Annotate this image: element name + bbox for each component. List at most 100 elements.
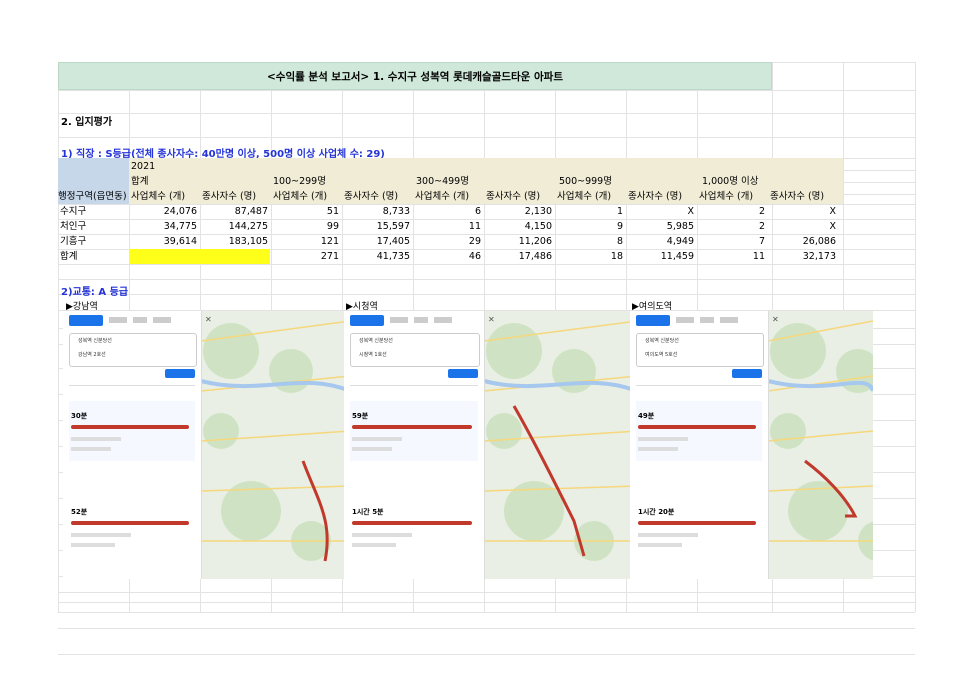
grid-row-line [58, 279, 915, 280]
table-value-cell: 2 [758, 206, 765, 217]
table-value-cell: 271 [320, 251, 339, 262]
route-duration: 59분 [352, 412, 369, 420]
grid-row-line [58, 654, 915, 655]
car-tab[interactable] [390, 317, 408, 323]
size-group-header: 500~999명 [559, 176, 612, 187]
route-result-1[interactable]: 49분 [636, 401, 762, 461]
route-map-yeouido[interactable]: 성복역 신분당선여의도역 5호선 49분 1시간 20분 ✕ [630, 311, 873, 579]
table-value-cell: 51 [326, 206, 339, 217]
walk-tab[interactable] [133, 317, 147, 323]
park-area [203, 323, 259, 379]
bike-tab[interactable] [153, 317, 171, 323]
table-value-cell: 46 [468, 251, 481, 262]
total-highlight [129, 249, 270, 264]
route-detail-text [71, 437, 121, 441]
route-detail-text [352, 543, 396, 547]
size-group-header: 100~299명 [273, 176, 326, 187]
table-value-cell: 87,487 [234, 206, 268, 217]
route-detail-text [638, 437, 688, 441]
transit-tab[interactable] [69, 315, 103, 326]
table-value-cell: 39,614 [163, 236, 197, 247]
route-map-cityhall[interactable]: 성복역 신분당선시청역 1호선 59분 1시간 5분 ✕ [344, 311, 637, 579]
origin-field[interactable]: 성복역 신분당선 [359, 337, 393, 344]
table-value-cell: X [829, 221, 836, 232]
table-value-cell: 17,405 [376, 236, 410, 247]
destination-field[interactable]: 여의도역 5호선 [645, 351, 677, 358]
traffic-heading: 2)교통: A 등급 [61, 287, 129, 298]
search-route-button[interactable] [448, 369, 478, 378]
car-tab[interactable] [109, 317, 127, 323]
table-value-cell: 2 [758, 221, 765, 232]
section-title: 2. 입지평가 [61, 117, 113, 128]
column-header-biz: 사업체수 (개) [699, 191, 754, 202]
region-cell: 수지구 [60, 206, 87, 217]
table-value-cell: 4,150 [524, 221, 552, 232]
grid-row-line [58, 628, 915, 629]
bike-tab[interactable] [720, 317, 738, 323]
search-route-button[interactable] [165, 369, 195, 378]
grid-row-line [58, 90, 915, 91]
table-value-cell: 18 [610, 251, 623, 262]
region-cell: 기흥구 [60, 236, 87, 247]
park-area [770, 413, 806, 449]
size-group-header: 1,000명 이상 [702, 176, 759, 187]
grid-row-line [58, 612, 915, 613]
column-header-emp: 종사자수 (명) [202, 191, 257, 202]
divider [69, 385, 195, 386]
size-group-header: 300~499명 [416, 176, 469, 187]
transit-tab[interactable] [350, 315, 384, 326]
transit-tab[interactable] [636, 315, 670, 326]
route-input-box[interactable]: 성복역 신분당선여의도역 5호선 [636, 333, 764, 367]
table-value-cell: 8,733 [382, 206, 410, 217]
table-value-cell: 26,086 [802, 236, 836, 247]
route-detail-text [71, 447, 111, 451]
route-detail-text [638, 447, 678, 451]
close-icon[interactable]: ✕ [205, 315, 212, 324]
directions-panel: 성복역 신분당선시청역 1호선 59분 1시간 5분 [344, 311, 485, 579]
close-icon[interactable]: ✕ [488, 315, 495, 324]
route-input-box[interactable]: 성복역 신분당선시청역 1호선 [350, 333, 480, 367]
route-segment-bar [71, 521, 189, 525]
grid-col-line [58, 62, 59, 612]
route-segment-bar [638, 521, 756, 525]
table-value-cell: 5,985 [666, 221, 694, 232]
route-detail-text [352, 437, 402, 441]
directions-panel: 성복역 신분당선여의도역 5호선 49분 1시간 20분 [630, 311, 769, 579]
year-label: 2021 [131, 161, 156, 172]
table-value-cell: 4,949 [666, 236, 694, 247]
table-value-cell: 8 [616, 236, 623, 247]
region-header: 행정구역(읍면동) [58, 191, 127, 202]
route-result-1[interactable]: 59분 [350, 401, 478, 461]
road-line [483, 485, 637, 492]
table-value-cell: 1 [616, 206, 623, 217]
route-result-2[interactable]: 52분 [69, 503, 195, 563]
route-input-box[interactable]: 성복역 신분당선강남역 2호선 [69, 333, 197, 367]
origin-field[interactable]: 성복역 신분당선 [78, 337, 112, 344]
route-duration: 52분 [71, 508, 88, 516]
route-result-2[interactable]: 1시간 20분 [636, 503, 762, 563]
walk-tab[interactable] [414, 317, 428, 323]
destination-field[interactable]: 시청역 1호선 [359, 351, 387, 358]
route-result-2[interactable]: 1시간 5분 [350, 503, 478, 563]
origin-field[interactable]: 성복역 신분당선 [645, 337, 679, 344]
search-route-button[interactable] [732, 369, 762, 378]
route-map-gangnam[interactable]: 성복역 신분당선강남역 2호선 30분 52분 ✕ [63, 311, 350, 579]
close-icon[interactable]: ✕ [772, 315, 779, 324]
table-value-cell: 7 [758, 236, 765, 247]
column-header-emp: 종사자수 (명) [486, 191, 541, 202]
car-tab[interactable] [676, 317, 694, 323]
column-header-biz: 사업체수 (개) [415, 191, 470, 202]
column-header-emp: 종사자수 (명) [770, 191, 825, 202]
table-value-cell: 183,105 [228, 236, 268, 247]
walk-tab[interactable] [700, 317, 714, 323]
park-area [203, 413, 239, 449]
bike-tab[interactable] [434, 317, 452, 323]
destination-field[interactable]: 강남역 2호선 [78, 351, 106, 358]
grid-row-line [58, 264, 915, 265]
grid-col-line [915, 62, 916, 612]
route-detail-text [638, 543, 682, 547]
route-detail-text [638, 533, 698, 537]
table-value-cell: 99 [326, 221, 339, 232]
route-result-1[interactable]: 30분 [69, 401, 195, 461]
table-value-cell: 11,459 [660, 251, 694, 262]
